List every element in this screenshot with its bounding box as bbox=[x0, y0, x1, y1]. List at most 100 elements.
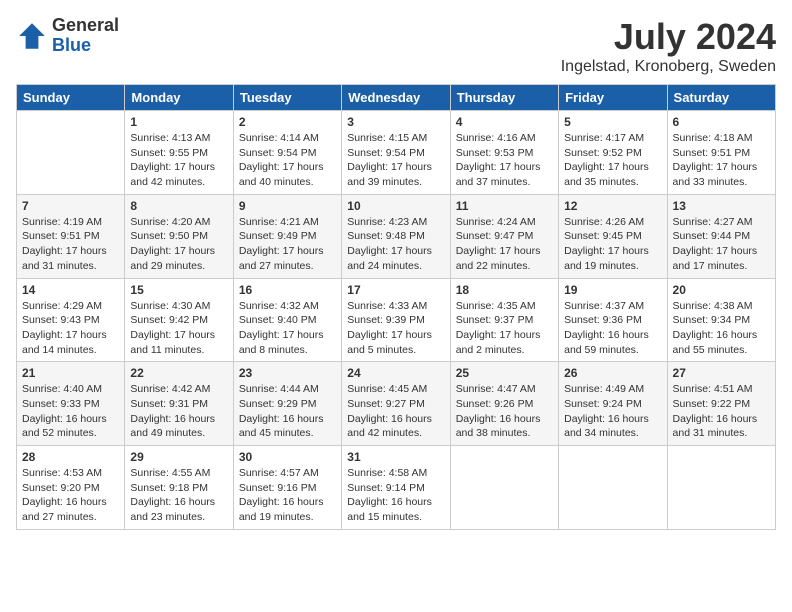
logo-general: General bbox=[52, 16, 119, 36]
day-number: 27 bbox=[673, 366, 770, 380]
calendar-cell: 30 Sunrise: 4:57 AM Sunset: 9:16 PM Dayli… bbox=[233, 446, 341, 530]
day-info: Sunrise: 4:47 AM Sunset: 9:26 PM Dayligh… bbox=[456, 382, 553, 441]
calendar-cell bbox=[559, 446, 667, 530]
calendar-cell: 20Sunrise: 4:38 AM Sunset: 9:34 PM Dayli… bbox=[667, 278, 775, 362]
weekday-header-wednesday: Wednesday bbox=[342, 85, 450, 111]
calendar-cell: 28Sunrise: 4:53 AM Sunset: 9:20 PM Dayli… bbox=[17, 446, 125, 530]
week-row-1: 1 Sunrise: 4:13 AM Sunset: 9:55 PM Daylig… bbox=[17, 111, 776, 195]
logo-icon bbox=[16, 20, 48, 52]
day-info: Sunrise: 4:18 AM Sunset: 9:51 PM Dayligh… bbox=[673, 131, 770, 190]
logo-blue: Blue bbox=[52, 36, 119, 56]
calendar-cell: 21 Sunrise: 4:40 AM Sunset: 9:33 PM Dayli… bbox=[17, 362, 125, 446]
day-info: Sunrise: 4:29 AM Sunset: 9:43 PM Dayligh… bbox=[22, 299, 119, 358]
day-number: 26 bbox=[564, 366, 661, 380]
calendar-cell bbox=[667, 446, 775, 530]
day-number: 22 bbox=[130, 366, 227, 380]
calendar-cell: 16Sunrise: 4:32 AM Sunset: 9:40 PM Dayli… bbox=[233, 278, 341, 362]
day-info: Sunrise: 4:15 AM Sunset: 9:54 PM Dayligh… bbox=[347, 131, 444, 190]
day-info: Sunrise: 4:55 AM Sunset: 9:18 PM Dayligh… bbox=[130, 466, 227, 525]
day-info: Sunrise: 4:30 AM Sunset: 9:42 PM Dayligh… bbox=[130, 299, 227, 358]
day-info: Sunrise: 4:35 AM Sunset: 9:37 PM Dayligh… bbox=[456, 299, 553, 358]
weekday-header-sunday: Sunday bbox=[17, 85, 125, 111]
calendar-cell: 6 Sunrise: 4:18 AM Sunset: 9:51 PM Daylig… bbox=[667, 111, 775, 195]
calendar-cell: 8 Sunrise: 4:20 AM Sunset: 9:50 PM Daylig… bbox=[125, 194, 233, 278]
calendar-cell: 31 Sunrise: 4:58 AM Sunset: 9:14 PM Dayli… bbox=[342, 446, 450, 530]
week-row-5: 28Sunrise: 4:53 AM Sunset: 9:20 PM Dayli… bbox=[17, 446, 776, 530]
day-number: 8 bbox=[130, 199, 227, 213]
day-number: 18 bbox=[456, 283, 553, 297]
day-info: Sunrise: 4:42 AM Sunset: 9:31 PM Dayligh… bbox=[130, 382, 227, 441]
day-info: Sunrise: 4:13 AM Sunset: 9:55 PM Dayligh… bbox=[130, 131, 227, 190]
day-number: 6 bbox=[673, 115, 770, 129]
logo-text: General Blue bbox=[52, 16, 119, 56]
calendar-cell: 24Sunrise: 4:45 AM Sunset: 9:27 PM Dayli… bbox=[342, 362, 450, 446]
calendar-cell: 3 Sunrise: 4:15 AM Sunset: 9:54 PM Daylig… bbox=[342, 111, 450, 195]
weekday-header-row: SundayMondayTuesdayWednesdayThursdayFrid… bbox=[17, 85, 776, 111]
day-info: Sunrise: 4:26 AM Sunset: 9:45 PM Dayligh… bbox=[564, 215, 661, 274]
day-info: Sunrise: 4:45 AM Sunset: 9:27 PM Dayligh… bbox=[347, 382, 444, 441]
day-info: Sunrise: 4:40 AM Sunset: 9:33 PM Dayligh… bbox=[22, 382, 119, 441]
calendar-cell: 29 Sunrise: 4:55 AM Sunset: 9:18 PM Dayli… bbox=[125, 446, 233, 530]
calendar-cell: 5Sunrise: 4:17 AM Sunset: 9:52 PM Daylig… bbox=[559, 111, 667, 195]
day-info: Sunrise: 4:24 AM Sunset: 9:47 PM Dayligh… bbox=[456, 215, 553, 274]
calendar-cell bbox=[17, 111, 125, 195]
calendar-cell: 9Sunrise: 4:21 AM Sunset: 9:49 PM Daylig… bbox=[233, 194, 341, 278]
day-info: Sunrise: 4:58 AM Sunset: 9:14 PM Dayligh… bbox=[347, 466, 444, 525]
day-number: 21 bbox=[22, 366, 119, 380]
calendar: SundayMondayTuesdayWednesdayThursdayFrid… bbox=[16, 84, 776, 530]
day-info: Sunrise: 4:38 AM Sunset: 9:34 PM Dayligh… bbox=[673, 299, 770, 358]
day-info: Sunrise: 4:33 AM Sunset: 9:39 PM Dayligh… bbox=[347, 299, 444, 358]
day-number: 3 bbox=[347, 115, 444, 129]
calendar-cell: 7 Sunrise: 4:19 AM Sunset: 9:51 PM Daylig… bbox=[17, 194, 125, 278]
day-info: Sunrise: 4:37 AM Sunset: 9:36 PM Dayligh… bbox=[564, 299, 661, 358]
calendar-cell: 25 Sunrise: 4:47 AM Sunset: 9:26 PM Dayli… bbox=[450, 362, 558, 446]
calendar-cell: 12 Sunrise: 4:26 AM Sunset: 9:45 PM Dayli… bbox=[559, 194, 667, 278]
week-row-4: 21 Sunrise: 4:40 AM Sunset: 9:33 PM Dayli… bbox=[17, 362, 776, 446]
weekday-header-tuesday: Tuesday bbox=[233, 85, 341, 111]
day-number: 28 bbox=[22, 450, 119, 464]
calendar-cell: 19 Sunrise: 4:37 AM Sunset: 9:36 PM Dayli… bbox=[559, 278, 667, 362]
day-info: Sunrise: 4:51 AM Sunset: 9:22 PM Dayligh… bbox=[673, 382, 770, 441]
day-info: Sunrise: 4:20 AM Sunset: 9:50 PM Dayligh… bbox=[130, 215, 227, 274]
day-info: Sunrise: 4:14 AM Sunset: 9:54 PM Dayligh… bbox=[239, 131, 336, 190]
calendar-cell: 27 Sunrise: 4:51 AM Sunset: 9:22 PM Dayli… bbox=[667, 362, 775, 446]
day-info: Sunrise: 4:19 AM Sunset: 9:51 PM Dayligh… bbox=[22, 215, 119, 274]
day-number: 29 bbox=[130, 450, 227, 464]
weekday-header-friday: Friday bbox=[559, 85, 667, 111]
location-title: Ingelstad, Kronoberg, Sweden bbox=[561, 58, 776, 76]
day-info: Sunrise: 4:23 AM Sunset: 9:48 PM Dayligh… bbox=[347, 215, 444, 274]
day-info: Sunrise: 4:17 AM Sunset: 9:52 PM Dayligh… bbox=[564, 131, 661, 190]
day-number: 31 bbox=[347, 450, 444, 464]
week-row-2: 7 Sunrise: 4:19 AM Sunset: 9:51 PM Daylig… bbox=[17, 194, 776, 278]
day-number: 16 bbox=[239, 283, 336, 297]
day-number: 7 bbox=[22, 199, 119, 213]
day-number: 15 bbox=[130, 283, 227, 297]
day-number: 14 bbox=[22, 283, 119, 297]
day-number: 13 bbox=[673, 199, 770, 213]
calendar-cell: 14 Sunrise: 4:29 AM Sunset: 9:43 PM Dayli… bbox=[17, 278, 125, 362]
week-row-3: 14 Sunrise: 4:29 AM Sunset: 9:43 PM Dayli… bbox=[17, 278, 776, 362]
calendar-cell: 10 Sunrise: 4:23 AM Sunset: 9:48 PM Dayli… bbox=[342, 194, 450, 278]
logo: General Blue bbox=[16, 16, 119, 56]
calendar-cell: 13Sunrise: 4:27 AM Sunset: 9:44 PM Dayli… bbox=[667, 194, 775, 278]
weekday-header-monday: Monday bbox=[125, 85, 233, 111]
day-number: 12 bbox=[564, 199, 661, 213]
day-number: 10 bbox=[347, 199, 444, 213]
day-number: 30 bbox=[239, 450, 336, 464]
page-header: General Blue July 2024 Ingelstad, Kronob… bbox=[16, 16, 776, 76]
day-info: Sunrise: 4:44 AM Sunset: 9:29 PM Dayligh… bbox=[239, 382, 336, 441]
day-number: 23 bbox=[239, 366, 336, 380]
day-info: Sunrise: 4:16 AM Sunset: 9:53 PM Dayligh… bbox=[456, 131, 553, 190]
calendar-cell: 23 Sunrise: 4:44 AM Sunset: 9:29 PM Dayli… bbox=[233, 362, 341, 446]
calendar-cell: 11 Sunrise: 4:24 AM Sunset: 9:47 PM Dayli… bbox=[450, 194, 558, 278]
weekday-header-saturday: Saturday bbox=[667, 85, 775, 111]
day-info: Sunrise: 4:57 AM Sunset: 9:16 PM Dayligh… bbox=[239, 466, 336, 525]
day-number: 11 bbox=[456, 199, 553, 213]
day-number: 19 bbox=[564, 283, 661, 297]
calendar-cell: 2 Sunrise: 4:14 AM Sunset: 9:54 PM Daylig… bbox=[233, 111, 341, 195]
day-number: 2 bbox=[239, 115, 336, 129]
calendar-cell: 18 Sunrise: 4:35 AM Sunset: 9:37 PM Dayli… bbox=[450, 278, 558, 362]
day-info: Sunrise: 4:49 AM Sunset: 9:24 PM Dayligh… bbox=[564, 382, 661, 441]
day-number: 1 bbox=[130, 115, 227, 129]
day-number: 25 bbox=[456, 366, 553, 380]
